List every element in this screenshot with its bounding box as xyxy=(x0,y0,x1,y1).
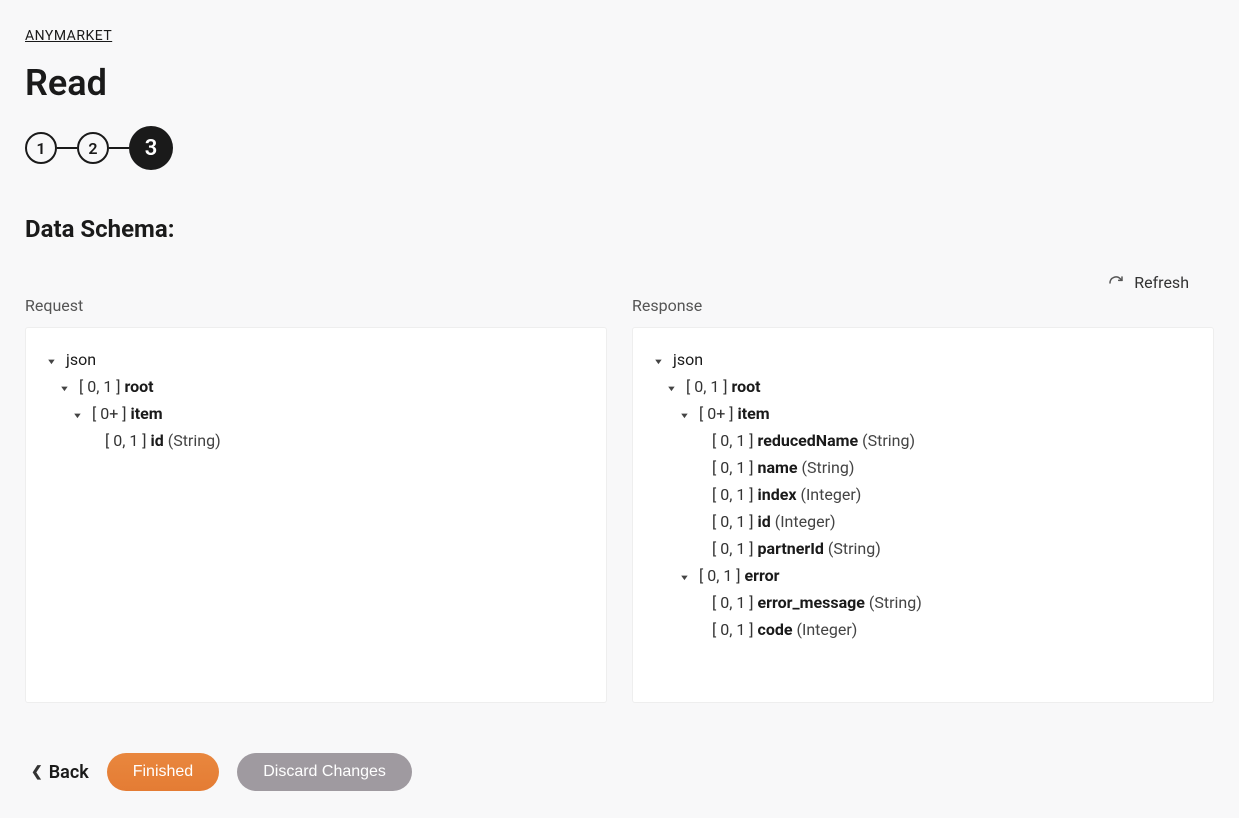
field-type: (String) xyxy=(824,539,881,558)
tree-node-name[interactable]: [ 0, 1 ] name (String) xyxy=(692,454,1193,481)
chevron-down-icon[interactable]: ▼ xyxy=(666,384,680,393)
tree-node-index[interactable]: [ 0, 1 ] index (Integer) xyxy=(692,481,1193,508)
tree-node-code[interactable]: [ 0, 1 ] code (Integer) xyxy=(692,616,1193,643)
field-type: (Integer) xyxy=(771,512,836,531)
back-label: Back xyxy=(49,762,89,783)
request-tree: ▼ json ▼ [ 0, 1 ] root ▼ [ 0+ ] item [ 0, 1 ] … xyxy=(25,327,607,703)
cardinality: [ 0, 1 ] xyxy=(686,377,732,396)
field-type: (Integer) xyxy=(797,485,862,504)
field-name: id xyxy=(758,512,771,531)
cardinality: [ 0, 1 ] xyxy=(712,512,758,531)
field-name: code xyxy=(758,620,793,639)
tree-node-json[interactable]: ▼ json xyxy=(653,346,1193,373)
tree-node-partnerId[interactable]: [ 0, 1 ] partnerId (String) xyxy=(692,535,1193,562)
refresh-icon xyxy=(1108,275,1124,291)
response-panel: Response ▼ json ▼ [ 0, 1 ] root ▼ [ 0+ ] item… xyxy=(632,296,1214,703)
chevron-down-icon[interactable]: ▼ xyxy=(59,384,73,393)
refresh-label: Refresh xyxy=(1134,273,1189,292)
response-label: Response xyxy=(632,296,1214,315)
field-type: (String) xyxy=(865,593,922,612)
back-button[interactable]: ❮ Back xyxy=(31,762,89,783)
field-name: error xyxy=(745,566,780,585)
cardinality: [ 0+ ] xyxy=(699,404,737,423)
step-1[interactable]: 1 xyxy=(25,132,57,164)
step-2[interactable]: 2 xyxy=(77,132,109,164)
chevron-down-icon[interactable]: ▼ xyxy=(679,411,693,420)
refresh-button[interactable]: Refresh xyxy=(1108,273,1189,292)
tree-node-item[interactable]: ▼ [ 0+ ] item xyxy=(72,400,586,427)
tree-node-root[interactable]: ▼ [ 0, 1 ] root xyxy=(59,373,586,400)
tree-node-id[interactable]: [ 0, 1 ] id (String) xyxy=(85,427,586,454)
cardinality: [ 0, 1 ] xyxy=(712,620,758,639)
field-name: id xyxy=(151,431,164,450)
field-type: (String) xyxy=(164,431,221,450)
field-name: item xyxy=(737,404,769,423)
tree-node-id[interactable]: [ 0, 1 ] id (Integer) xyxy=(692,508,1193,535)
field-type: (String) xyxy=(798,458,855,477)
field-name: root xyxy=(125,377,154,396)
field-name: index xyxy=(758,485,797,504)
field-name: json xyxy=(66,350,96,369)
stepper: 123 xyxy=(25,126,1214,170)
chevron-down-icon[interactable]: ▼ xyxy=(46,357,60,366)
discard-changes-button[interactable]: Discard Changes xyxy=(237,753,412,791)
cardinality: [ 0, 1 ] xyxy=(79,377,125,396)
tree-node-error[interactable]: ▼ [ 0, 1 ] error xyxy=(679,562,1193,589)
breadcrumb-link[interactable]: ANYMARKET xyxy=(25,28,112,44)
cardinality: [ 0, 1 ] xyxy=(105,431,151,450)
cardinality: [ 0+ ] xyxy=(92,404,130,423)
request-label: Request xyxy=(25,296,607,315)
finished-button[interactable]: Finished xyxy=(107,753,219,791)
section-title: Data Schema: xyxy=(25,215,1214,243)
cardinality: [ 0, 1 ] xyxy=(712,458,758,477)
cardinality: [ 0, 1 ] xyxy=(712,485,758,504)
step-connector xyxy=(109,147,129,149)
page-title: Read xyxy=(25,62,1214,104)
cardinality: [ 0, 1 ] xyxy=(712,539,758,558)
tree-node-error_message[interactable]: [ 0, 1 ] error_message (String) xyxy=(692,589,1193,616)
cardinality: [ 0, 1 ] xyxy=(712,431,758,450)
field-name: error_message xyxy=(758,593,865,612)
step-3[interactable]: 3 xyxy=(129,126,173,170)
response-tree: ▼ json ▼ [ 0, 1 ] root ▼ [ 0+ ] item [ 0, 1 ] … xyxy=(632,327,1214,703)
field-name: root xyxy=(732,377,761,396)
step-connector xyxy=(57,147,77,149)
tree-node-root[interactable]: ▼ [ 0, 1 ] root xyxy=(666,373,1193,400)
tree-node-json[interactable]: ▼ json xyxy=(46,346,586,373)
field-name: partnerId xyxy=(758,539,824,558)
field-name: reducedName xyxy=(758,431,859,450)
chevron-left-icon: ❮ xyxy=(31,764,43,780)
chevron-down-icon[interactable]: ▼ xyxy=(679,573,693,582)
field-name: item xyxy=(130,404,162,423)
field-name: json xyxy=(673,350,703,369)
footer: ❮ Back Finished Discard Changes xyxy=(25,743,1214,791)
field-name: name xyxy=(758,458,798,477)
field-type: (Integer) xyxy=(793,620,858,639)
tree-node-reducedName[interactable]: [ 0, 1 ] reducedName (String) xyxy=(692,427,1193,454)
chevron-down-icon[interactable]: ▼ xyxy=(72,411,86,420)
chevron-down-icon[interactable]: ▼ xyxy=(653,357,667,366)
tree-node-item[interactable]: ▼ [ 0+ ] item xyxy=(679,400,1193,427)
cardinality: [ 0, 1 ] xyxy=(712,593,758,612)
cardinality: [ 0, 1 ] xyxy=(699,566,745,585)
request-panel: Request ▼ json ▼ [ 0, 1 ] root ▼ [ 0+ ] item [… xyxy=(25,296,607,703)
field-type: (String) xyxy=(858,431,915,450)
